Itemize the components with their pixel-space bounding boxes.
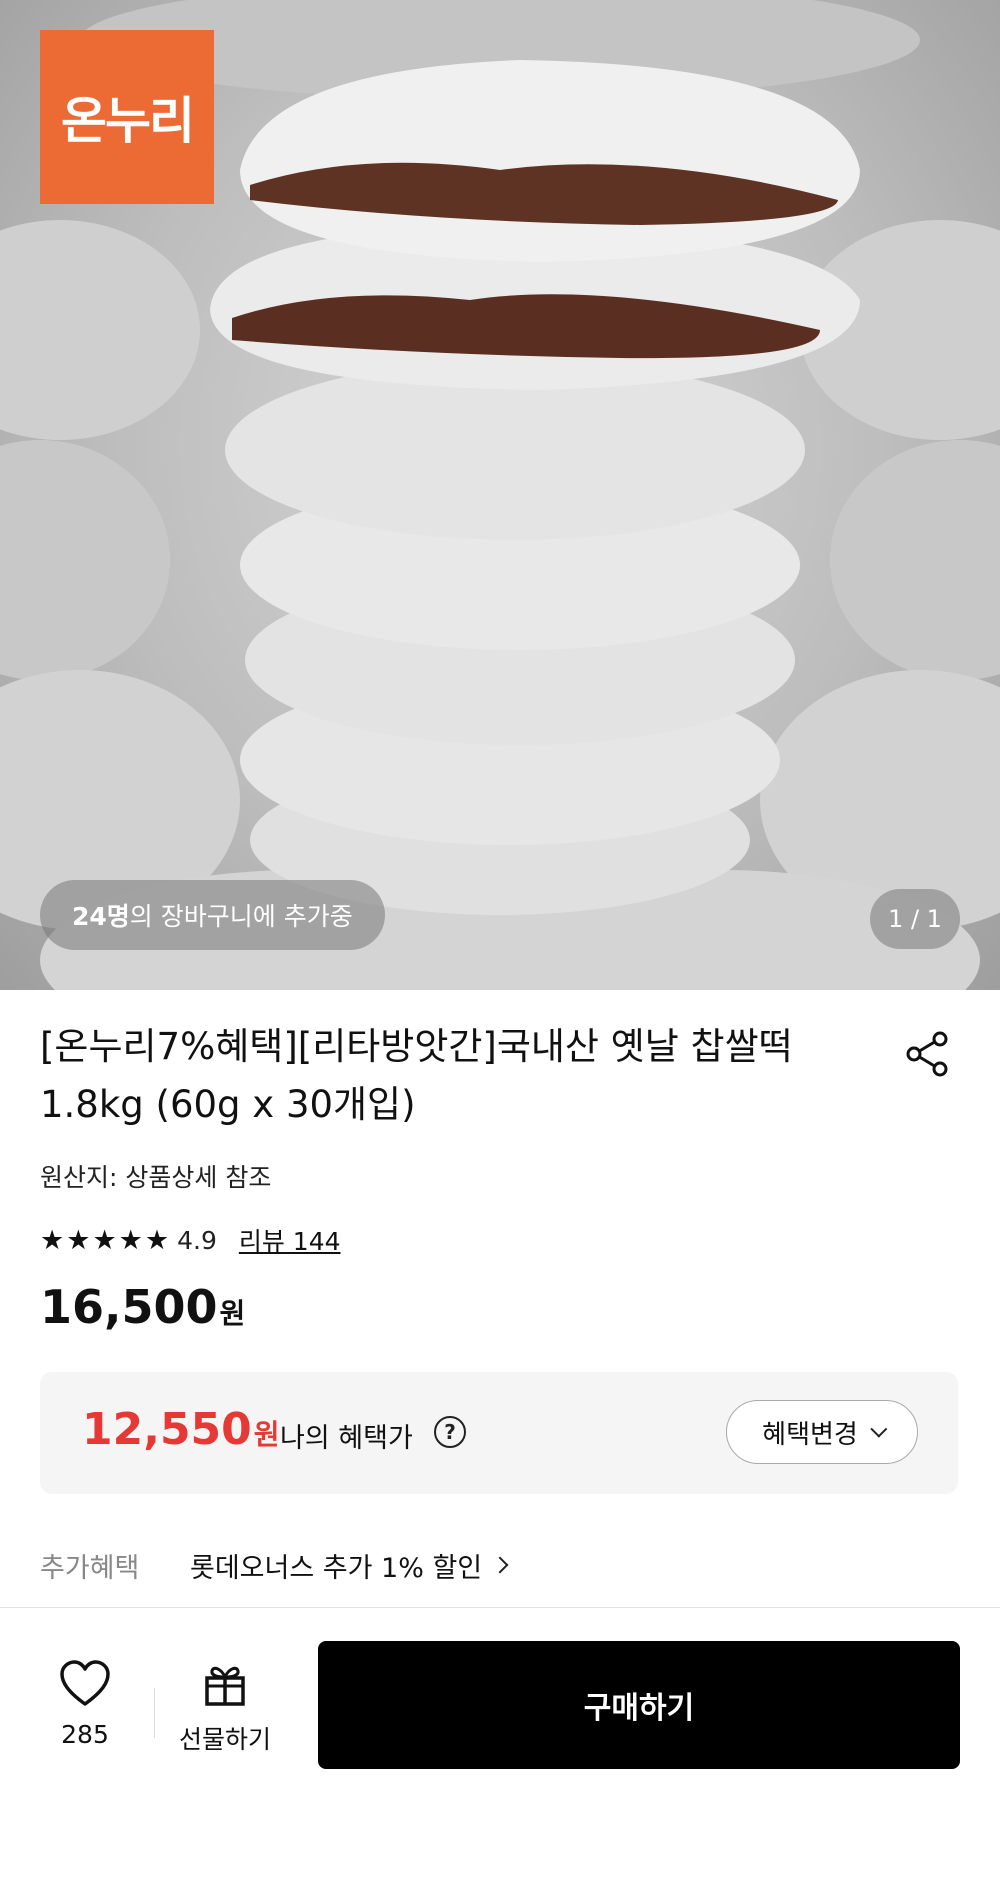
cart-activity-badge: 24명 의 장바구니에 추가중 [40,880,385,950]
benefit-price-box: 12,550원 나의 혜택가 ? 혜택변경 [40,1372,958,1494]
change-benefit-button[interactable]: 혜택변경 [726,1400,918,1464]
cart-suffix: 의 장바구니에 추가중 [129,902,353,931]
star-icon: ★ [144,1224,170,1256]
image-page-indicator: 1 / 1 [870,889,960,949]
bottom-action-bar: 285 선물하기 구매하기 [0,1607,1000,1884]
product-title: [온누리7%혜택][리타방앗간]국내산 옛날 찹쌀떡 1.8kg (60g x … [40,1025,793,1126]
gift-icon [205,1666,245,1706]
extra-benefit-value: 롯데오너스 추가 1% 할인 [190,1552,483,1584]
star-icon: ★ [40,1224,65,1256]
benefit-price: 12,550원 [82,1404,280,1455]
review-link[interactable]: 리뷰 144 [239,1222,341,1258]
gift-button[interactable]: 선물하기 [170,1660,280,1770]
brand-logo: 온누리 [40,30,214,204]
cart-count: 24명 [72,902,130,931]
share-button[interactable] [900,1026,956,1082]
brand-logo-text: 온누리 [61,92,195,150]
benefit-price-value: 12,550 [82,1404,252,1455]
star-rating: ★ ★ ★ ★ ★ [40,1227,169,1254]
change-benefit-label: 혜택변경 [762,1419,858,1450]
original-price: 16,500원 [40,1280,245,1334]
chevron-right-icon [491,1556,509,1574]
heart-icon [60,1660,110,1706]
gift-label: 선물하기 [178,1725,271,1754]
extra-benefit-label: 추가혜택 [40,1552,140,1584]
chevron-down-icon [870,1420,888,1438]
like-count: 285 [61,1720,109,1749]
rating-row: ★ ★ ★ ★ ★ 4.9 리뷰 144 [40,1220,341,1260]
divider [154,1688,155,1738]
like-button[interactable]: 285 [40,1660,130,1770]
star-icon: ★ [92,1224,117,1256]
share-icon [906,1031,948,1077]
price-value: 16,500 [40,1280,218,1334]
extra-benefit-row[interactable]: 추가혜택 롯데오너스 추가 1% 할인 [40,1545,509,1585]
price-unit: 원 [219,1297,246,1330]
product-image[interactable]: 온누리 24명 의 장바구니에 추가중 1 / 1 [0,0,1000,990]
benefit-label: 나의 혜택가 [280,1423,413,1454]
star-icon: ★ [118,1224,143,1256]
help-icon[interactable]: ? [434,1416,466,1448]
star-icon: ★ [66,1224,91,1256]
benefit-price-unit: 원 [253,1418,280,1451]
rating-score: 4.9 [177,1225,217,1255]
origin-info: 원산지: 상품상세 참조 [40,1163,272,1192]
buy-button[interactable]: 구매하기 [318,1641,960,1769]
